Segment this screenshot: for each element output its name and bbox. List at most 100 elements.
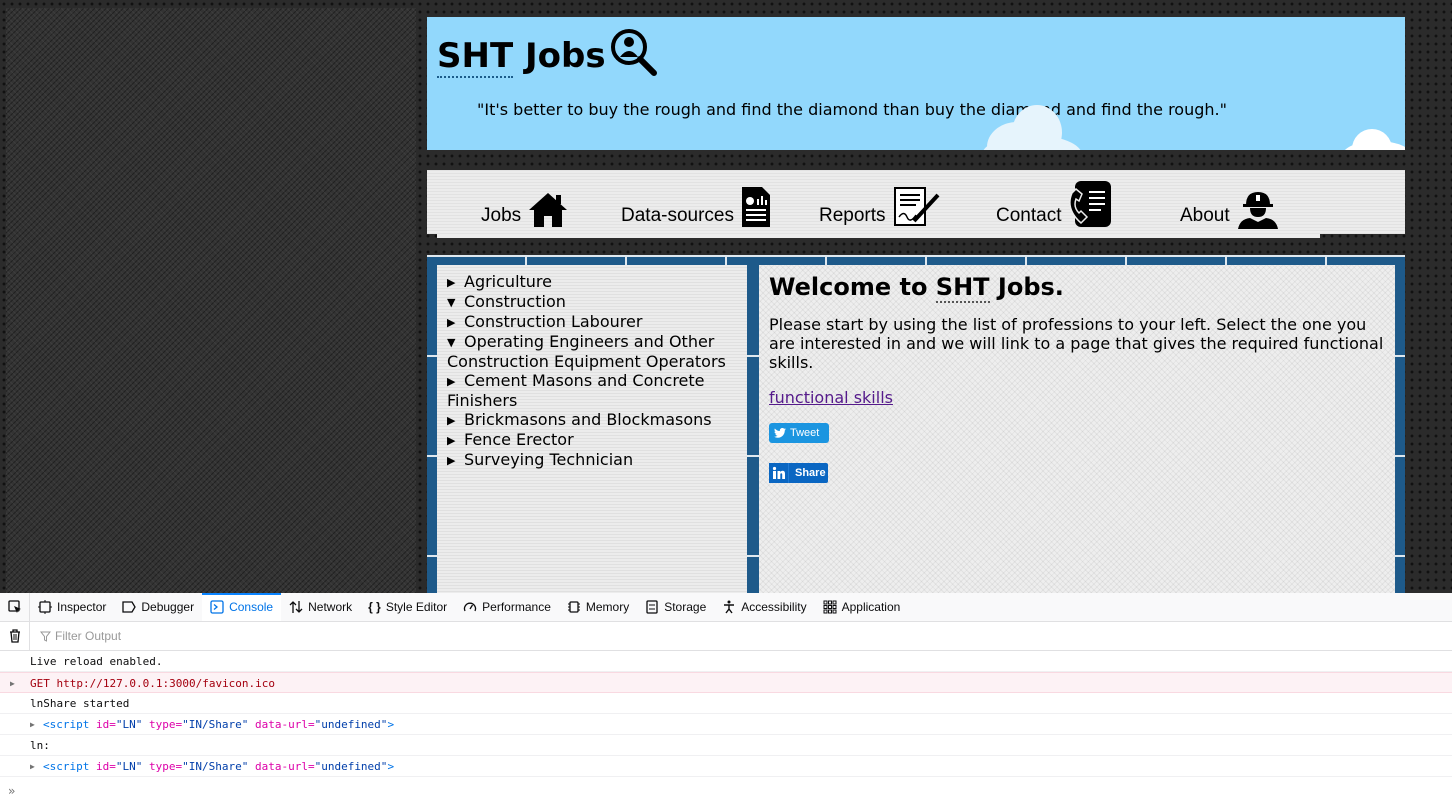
- nav-item-jobs[interactable]: Jobs: [481, 191, 569, 229]
- log-val: "IN/Share": [182, 760, 249, 773]
- debugger-icon: [122, 601, 137, 613]
- log-url[interactable]: http://127.0.0.1:3000/favicon.ico: [57, 677, 276, 690]
- log-tag: >: [387, 760, 395, 773]
- nav-item-about[interactable]: About: [1180, 189, 1280, 229]
- console-input-prompt[interactable]: »: [8, 784, 15, 798]
- tree-item-agriculture[interactable]: ▶ Agriculture: [447, 272, 741, 292]
- nav-item-reports[interactable]: Reports: [819, 185, 940, 229]
- log-attr: data-url=: [254, 760, 315, 773]
- clear-console-button[interactable]: [0, 622, 30, 650]
- tab-style-editor[interactable]: { } Style Editor: [360, 593, 455, 621]
- site-quote: "It's better to buy the rough and find t…: [477, 100, 1227, 119]
- filter-output-input[interactable]: Filter Output: [30, 629, 121, 643]
- console-toolbar: Filter Output: [0, 622, 1452, 651]
- functional-skills-link[interactable]: functional skills: [769, 388, 893, 407]
- twitter-bird-icon: [774, 428, 786, 438]
- signed-document-icon: [893, 187, 940, 226]
- worker-icon: [1237, 192, 1278, 229]
- content-frame: ▶ Agriculture ▼ Construction ▶ Construction…: [427, 255, 1405, 595]
- nav-item-label: About: [1180, 205, 1230, 226]
- tab-label: Network: [308, 600, 353, 614]
- console-element-message[interactable]: ▶ <script id="LN" type="IN/Share" data-ur…: [0, 756, 1452, 777]
- tab-label: Console: [229, 600, 274, 614]
- console-error-message[interactable]: ▶ GET http://127.0.0.1:3000/favicon.ico: [0, 672, 1452, 693]
- tab-label: Application: [841, 600, 901, 614]
- tab-network[interactable]: Network: [281, 593, 360, 621]
- filter-icon: [40, 631, 51, 642]
- home-icon: [529, 193, 568, 227]
- network-icon: [289, 601, 303, 613]
- main-content: Welcome to SHT Jobs. Please start by usi…: [759, 265, 1395, 595]
- tweet-button[interactable]: Tweet: [769, 423, 829, 443]
- nav-item-contact[interactable]: Contact: [996, 179, 1113, 229]
- console-icon: [210, 600, 224, 614]
- nav-item-label: Data-sources: [621, 205, 734, 226]
- log-val: "LN": [115, 718, 143, 731]
- triangle-down-icon: ▼: [447, 296, 456, 309]
- tab-console[interactable]: Console: [202, 593, 282, 621]
- intro-text: Please start by using the list of profes…: [769, 315, 1384, 372]
- tree-item-label: Fence Erector: [464, 430, 574, 449]
- title-suffix: Jobs.: [989, 273, 1064, 301]
- tree-item-fence-erector[interactable]: ▶ Fence Erector: [447, 430, 741, 450]
- linkedin-icon: [769, 463, 789, 483]
- log-tag: <script: [43, 718, 90, 731]
- tab-label: Performance: [482, 600, 551, 614]
- nav-item-label: Jobs: [481, 205, 522, 226]
- log-tag: <script: [43, 760, 90, 773]
- cloud-decoration: [1342, 141, 1405, 150]
- expand-arrow-icon[interactable]: ▶: [10, 673, 15, 694]
- log-attr: data-url=: [254, 718, 315, 731]
- nav-item-label: Reports: [819, 205, 886, 226]
- style-editor-icon: { }: [368, 600, 381, 614]
- filter-placeholder: Filter Output: [55, 629, 122, 643]
- main-nav: Jobs Data-sources Reports Contact About: [427, 170, 1405, 238]
- log-val: "IN/Share": [182, 718, 249, 731]
- triangle-down-icon: ▼: [447, 336, 456, 349]
- profession-tree: ▶ Agriculture ▼ Construction ▶ Construction…: [437, 265, 747, 595]
- prompt-icon: »: [8, 784, 16, 798]
- devtools-panel: Inspector Debugger Console Network { } S…: [0, 593, 1452, 800]
- tree-item-construction[interactable]: ▼ Construction: [447, 292, 741, 312]
- accessibility-icon: [724, 600, 735, 614]
- tab-memory[interactable]: Memory: [559, 593, 637, 621]
- tab-debugger[interactable]: Debugger: [114, 593, 202, 621]
- log-text: lnShare started: [30, 697, 130, 710]
- brand-title: SHT Jobs: [437, 36, 606, 78]
- tab-label: Inspector: [57, 600, 107, 614]
- tab-performance[interactable]: Performance: [455, 593, 559, 621]
- tree-item-operating-engineers[interactable]: ▼ Operating Engineers and Other Construct…: [447, 332, 741, 371]
- tab-application[interactable]: Application: [815, 593, 909, 621]
- tab-inspector[interactable]: Inspector: [30, 593, 114, 621]
- tab-storage[interactable]: Storage: [637, 593, 714, 621]
- tab-accessibility[interactable]: Accessibility: [714, 593, 814, 621]
- site-container: SHT Jobs "It's better to buy the rough a…: [419, 8, 1413, 595]
- triangle-right-icon: ▶: [447, 375, 456, 388]
- tab-label: Style Editor: [385, 600, 448, 614]
- triangle-right-icon: ▶: [447, 316, 456, 329]
- linkedin-share-button[interactable]: Share: [769, 463, 828, 483]
- nav-underline: [437, 234, 1320, 238]
- tree-item-label: Construction Labourer: [464, 312, 643, 331]
- console-element-message[interactable]: ▶ <script id="LN" type="IN/Share" data-ur…: [0, 714, 1452, 735]
- title-abbr: SHT: [935, 273, 990, 303]
- triangle-right-icon: ▶: [447, 434, 456, 447]
- console-message: lnShare started: [0, 693, 1452, 714]
- performance-icon: [464, 602, 477, 612]
- tree-item-brickmasons[interactable]: ▶ Brickmasons and Blockmasons: [447, 410, 741, 430]
- share-label: Share: [795, 467, 826, 479]
- title-prefix: Welcome to: [769, 273, 936, 301]
- report-document-icon: [742, 187, 770, 227]
- tree-item-surveying-technician[interactable]: ▶ Surveying Technician: [447, 450, 741, 470]
- element-picker-icon[interactable]: [0, 593, 30, 621]
- tab-label: Accessibility: [741, 600, 807, 614]
- tree-item-construction-labourer[interactable]: ▶ Construction Labourer: [447, 312, 741, 332]
- brand[interactable]: SHT Jobs: [437, 29, 660, 79]
- tree-item-cement-masons[interactable]: ▶ Cement Masons and Concrete Finishers: [447, 371, 741, 410]
- tree-item-label: Brickmasons and Blockmasons: [464, 410, 712, 429]
- nav-item-data-sources[interactable]: Data-sources: [621, 185, 772, 229]
- log-val: "undefined": [314, 760, 388, 773]
- expand-arrow-icon[interactable]: ▶: [30, 714, 35, 735]
- expand-arrow-icon[interactable]: ▶: [30, 756, 35, 777]
- tree-item-label: Agriculture: [464, 272, 552, 291]
